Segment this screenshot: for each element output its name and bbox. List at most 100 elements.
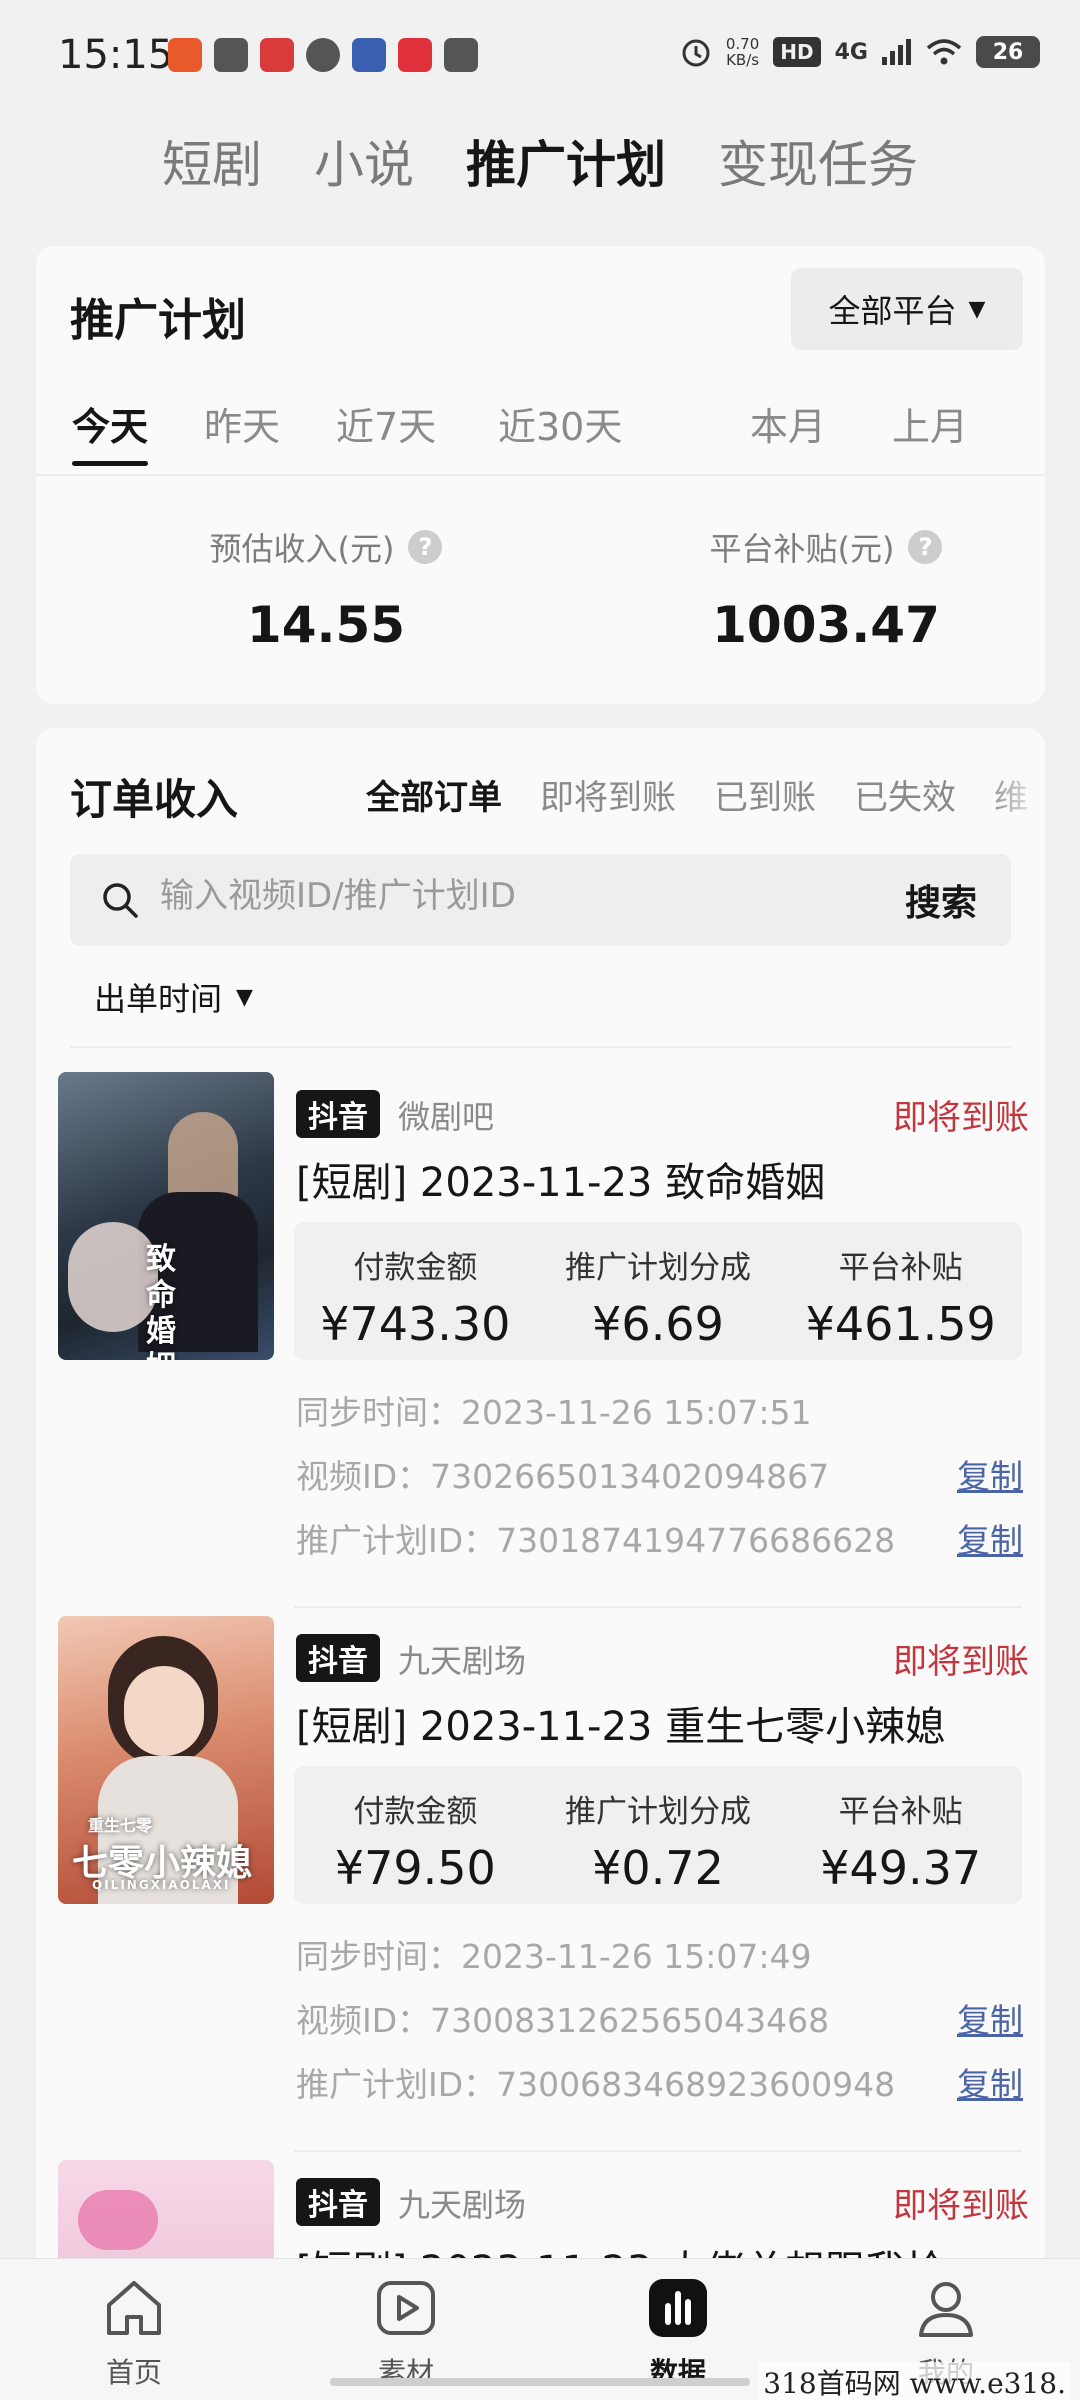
orders-title: 订单收入 bbox=[70, 775, 239, 824]
amount-value: ¥6.69 bbox=[592, 1297, 724, 1351]
caret-down-icon: ▼ bbox=[236, 984, 253, 1010]
nav-home[interactable]: 首页 bbox=[54, 2273, 214, 2391]
pay-amount: 付款金额 ¥79.50 bbox=[294, 1766, 537, 1904]
app-notification-icon bbox=[168, 38, 202, 72]
home-indicator[interactable] bbox=[330, 2378, 750, 2386]
network-type: 4G bbox=[834, 39, 868, 65]
sort-by-time-dropdown[interactable]: 出单时间 ▼ bbox=[94, 974, 253, 1020]
channel-name: 九天剧场 bbox=[398, 2186, 527, 2224]
amount-label: 平台补贴 bbox=[838, 1250, 963, 1286]
copy-plan-id-button[interactable]: 复制 bbox=[957, 1514, 1023, 1562]
date-tab-yesterday[interactable]: 昨天 bbox=[204, 396, 280, 466]
meta-label: 同步时间： bbox=[296, 1937, 461, 1976]
order-item[interactable]: 致命婚姻 抖音 微剧吧 即将到账 [短剧] 2023-11-23 致命婚姻 付款… bbox=[36, 1072, 1045, 1617]
platform-filter-dropdown[interactable]: 全部平台 ▼ bbox=[791, 268, 1023, 350]
help-icon[interactable]: ? bbox=[908, 530, 943, 564]
order-title: [短剧] 2023-11-23 重生七零小辣媳 bbox=[296, 1704, 946, 1750]
plan-id: 推广计划ID：7301874194776686628 bbox=[296, 1514, 895, 1562]
filter-pending[interactable]: 即将到账 bbox=[540, 770, 676, 819]
help-icon[interactable]: ? bbox=[408, 530, 443, 564]
sort-label: 出单时间 bbox=[94, 980, 223, 1018]
orders-card: 订单收入 全部订单 即将到账 已到账 已失效 维 搜索 出单时间 ▼ 致命婚姻 … bbox=[36, 728, 1045, 2400]
order-status: 即将到账 bbox=[893, 1098, 1029, 1138]
divider bbox=[294, 1606, 1022, 1608]
app-notification-icon bbox=[444, 38, 478, 72]
platform-badge: 抖音 bbox=[296, 1090, 380, 1138]
video-id: 视频ID：7300831262565043468 bbox=[296, 1994, 829, 2042]
meta-value: 7300683468923600948 bbox=[496, 2065, 896, 2104]
nav-data[interactable]: 数据 bbox=[598, 2273, 758, 2391]
search-input[interactable] bbox=[160, 876, 860, 916]
poster-pinyin: QILINGXIAOLAXI bbox=[92, 1878, 231, 1892]
share-amount: 推广计划分成 ¥0.72 bbox=[537, 1766, 780, 1904]
tab-monetize-task[interactable]: 变现任务 bbox=[718, 125, 918, 197]
filter-fade bbox=[985, 758, 1045, 828]
net-speed-value: 0.70 bbox=[725, 35, 760, 53]
app-notification-icon bbox=[214, 38, 248, 72]
meta-value: 2023-11-26 15:07:51 bbox=[461, 1393, 812, 1432]
order-status: 即将到账 bbox=[893, 1642, 1029, 1682]
meta-value: 2023-11-26 15:07:49 bbox=[461, 1937, 812, 1976]
app-notification-icon bbox=[398, 38, 432, 72]
app-notification-icon bbox=[352, 38, 386, 72]
battery-indicator: 26 bbox=[976, 36, 1040, 68]
sync-time: 同步时间：2023-11-26 15:07:49 bbox=[296, 1930, 811, 1978]
search-icon bbox=[103, 883, 138, 918]
net-speed: 0.70 KB/s bbox=[726, 36, 759, 68]
divider bbox=[294, 2150, 1022, 2152]
divider bbox=[70, 1046, 1011, 1048]
meta-value: 7300831262565043468 bbox=[430, 2001, 830, 2040]
home-icon bbox=[107, 2281, 161, 2335]
search-button[interactable]: 搜索 bbox=[905, 874, 977, 926]
plan-title: 推广计划 bbox=[70, 295, 246, 346]
metric-label: 预估收入(元) bbox=[209, 530, 395, 568]
app-notification-icon bbox=[260, 38, 294, 72]
metric-platform-subsidy: 平台补贴(元) ? 1003.47 bbox=[626, 524, 1026, 654]
amount-value: ¥49.37 bbox=[820, 1841, 982, 1895]
metric-value: 14.55 bbox=[246, 596, 406, 654]
filter-expired[interactable]: 已失效 bbox=[854, 770, 956, 819]
meta-label: 同步时间： bbox=[296, 1393, 461, 1432]
filter-received[interactable]: 已到账 bbox=[714, 770, 816, 819]
meta-label: 视频ID： bbox=[296, 2001, 431, 2040]
drama-poster: 致命婚姻 bbox=[58, 1072, 274, 1360]
date-tab-7days[interactable]: 近7天 bbox=[336, 396, 436, 466]
meta-value: 7301874194776686628 bbox=[496, 1521, 896, 1560]
subsidy-amount: 平台补贴 ¥49.37 bbox=[779, 1766, 1022, 1904]
date-tab-last-month[interactable]: 上月 bbox=[892, 396, 968, 466]
platform-filter-label: 全部平台 bbox=[828, 292, 957, 330]
watermark: 318首码网 www.e318. bbox=[759, 2362, 1070, 2400]
alarm-icon bbox=[682, 39, 710, 67]
tab-novel[interactable]: 小说 bbox=[314, 125, 414, 197]
qq-icon bbox=[306, 38, 340, 72]
net-speed-unit: KB/s bbox=[726, 51, 760, 69]
metric-estimated-income: 预估收入(元) ? 14.55 bbox=[126, 524, 526, 654]
order-item[interactable]: 重生七零 七零小辣媳 QILINGXIAOLAXI 抖音 九天剧场 即将到账 [… bbox=[36, 1616, 1045, 2161]
date-tab-today[interactable]: 今天 bbox=[72, 396, 149, 466]
tab-short-drama[interactable]: 短剧 bbox=[162, 125, 262, 197]
tab-promotion-plan[interactable]: 推广计划 bbox=[466, 125, 666, 197]
status-indicators: 0.70 KB/s HD 4G 26 bbox=[680, 36, 1040, 68]
top-tabs: 短剧 小说 推广计划 变现任务 bbox=[0, 125, 1080, 197]
nav-material[interactable]: 素材 bbox=[326, 2273, 486, 2391]
sync-time: 同步时间：2023-11-26 15:07:51 bbox=[296, 1386, 811, 1434]
order-filter-tabs: 全部订单 即将到账 已到账 已失效 维 bbox=[366, 770, 1028, 819]
date-tab-30days[interactable]: 近30天 bbox=[498, 396, 622, 466]
date-tab-this-month[interactable]: 本月 bbox=[750, 396, 826, 466]
amount-value: ¥0.72 bbox=[592, 1841, 724, 1895]
amount-value: ¥461.59 bbox=[805, 1297, 996, 1351]
meta-label: 视频ID： bbox=[296, 1457, 431, 1496]
metric-value: 1003.47 bbox=[712, 596, 940, 654]
chart-icon bbox=[649, 2279, 707, 2337]
meta-label: 推广计划ID： bbox=[296, 2065, 497, 2104]
filter-all-orders[interactable]: 全部订单 bbox=[366, 770, 502, 819]
copy-video-id-button[interactable]: 复制 bbox=[957, 1994, 1023, 2042]
search-box: 搜索 bbox=[70, 854, 1011, 946]
channel-name: 微剧吧 bbox=[398, 1098, 495, 1136]
order-title: [短剧] 2023-11-23 致命婚姻 bbox=[296, 1160, 826, 1206]
divider bbox=[36, 474, 1045, 476]
copy-video-id-button[interactable]: 复制 bbox=[957, 1450, 1023, 1498]
copy-plan-id-button[interactable]: 复制 bbox=[957, 2058, 1023, 2106]
amount-label: 平台补贴 bbox=[838, 1794, 963, 1830]
hd-badge: HD bbox=[773, 37, 821, 67]
